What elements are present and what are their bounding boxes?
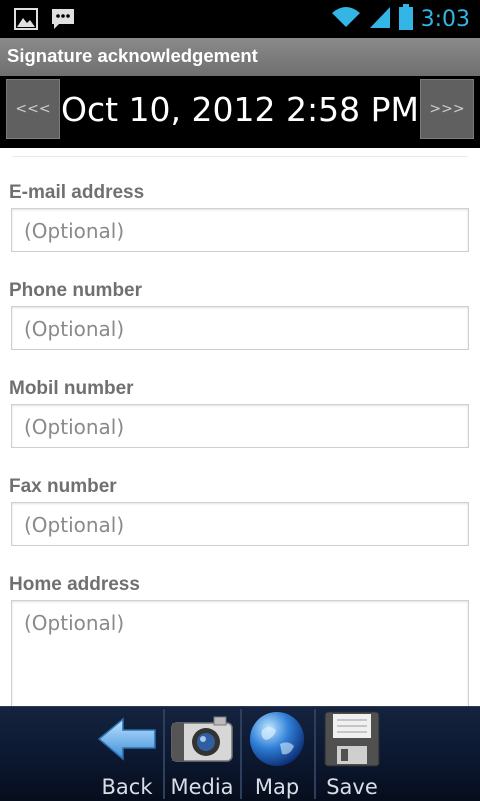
fax-label: Fax number xyxy=(9,476,117,497)
datetime-display: Oct 10, 2012 2:58 PM xyxy=(61,90,419,129)
phone-field[interactable]: (Optional) xyxy=(11,306,469,350)
globe-icon xyxy=(248,707,306,771)
signal-icon xyxy=(369,5,391,33)
notification-icons xyxy=(14,7,76,35)
fax-field[interactable]: (Optional) xyxy=(11,502,469,546)
map-button[interactable]: Map xyxy=(242,707,312,801)
back-arrow-icon xyxy=(97,707,157,771)
next-date-button[interactable]: >>> xyxy=(420,79,474,139)
divider xyxy=(163,709,165,799)
wifi-icon xyxy=(331,5,361,33)
email-field[interactable]: (Optional) xyxy=(11,208,469,252)
divider xyxy=(12,156,468,157)
phone-label: Phone number xyxy=(9,280,143,301)
status-bar: 3:03 xyxy=(0,0,480,38)
clock: 3:03 xyxy=(420,6,470,32)
mobile-field[interactable]: (Optional) xyxy=(11,404,469,448)
bottom-toolbar: Back Media Map Save xyxy=(0,706,480,801)
email-label: E-mail address xyxy=(9,182,145,203)
previous-date-button[interactable]: <<< xyxy=(6,79,60,139)
title-bar: Signature acknowledgement xyxy=(0,38,480,76)
back-button[interactable]: Back xyxy=(92,707,162,801)
home-address-label: Home address xyxy=(9,574,140,595)
battery-icon xyxy=(398,4,413,34)
floppy-disk-icon xyxy=(323,707,381,771)
map-label: Map xyxy=(254,775,300,799)
media-label: Media xyxy=(170,775,234,799)
contact-form: E-mail address (Optional) Phone number (… xyxy=(0,148,480,706)
mobile-label: Mobil number xyxy=(9,378,134,399)
save-button[interactable]: Save xyxy=(316,707,388,801)
save-label: Save xyxy=(326,775,378,799)
page-title: Signature acknowledgement xyxy=(7,45,258,66)
home-address-field[interactable]: (Optional) xyxy=(11,600,469,706)
date-navigation-bar: <<< Oct 10, 2012 2:58 PM >>> xyxy=(0,76,480,148)
image-notification-icon xyxy=(14,8,38,34)
message-notification-icon xyxy=(50,7,76,35)
media-button[interactable]: Media xyxy=(166,707,238,801)
camera-icon xyxy=(170,707,234,771)
back-label: Back xyxy=(101,775,153,799)
